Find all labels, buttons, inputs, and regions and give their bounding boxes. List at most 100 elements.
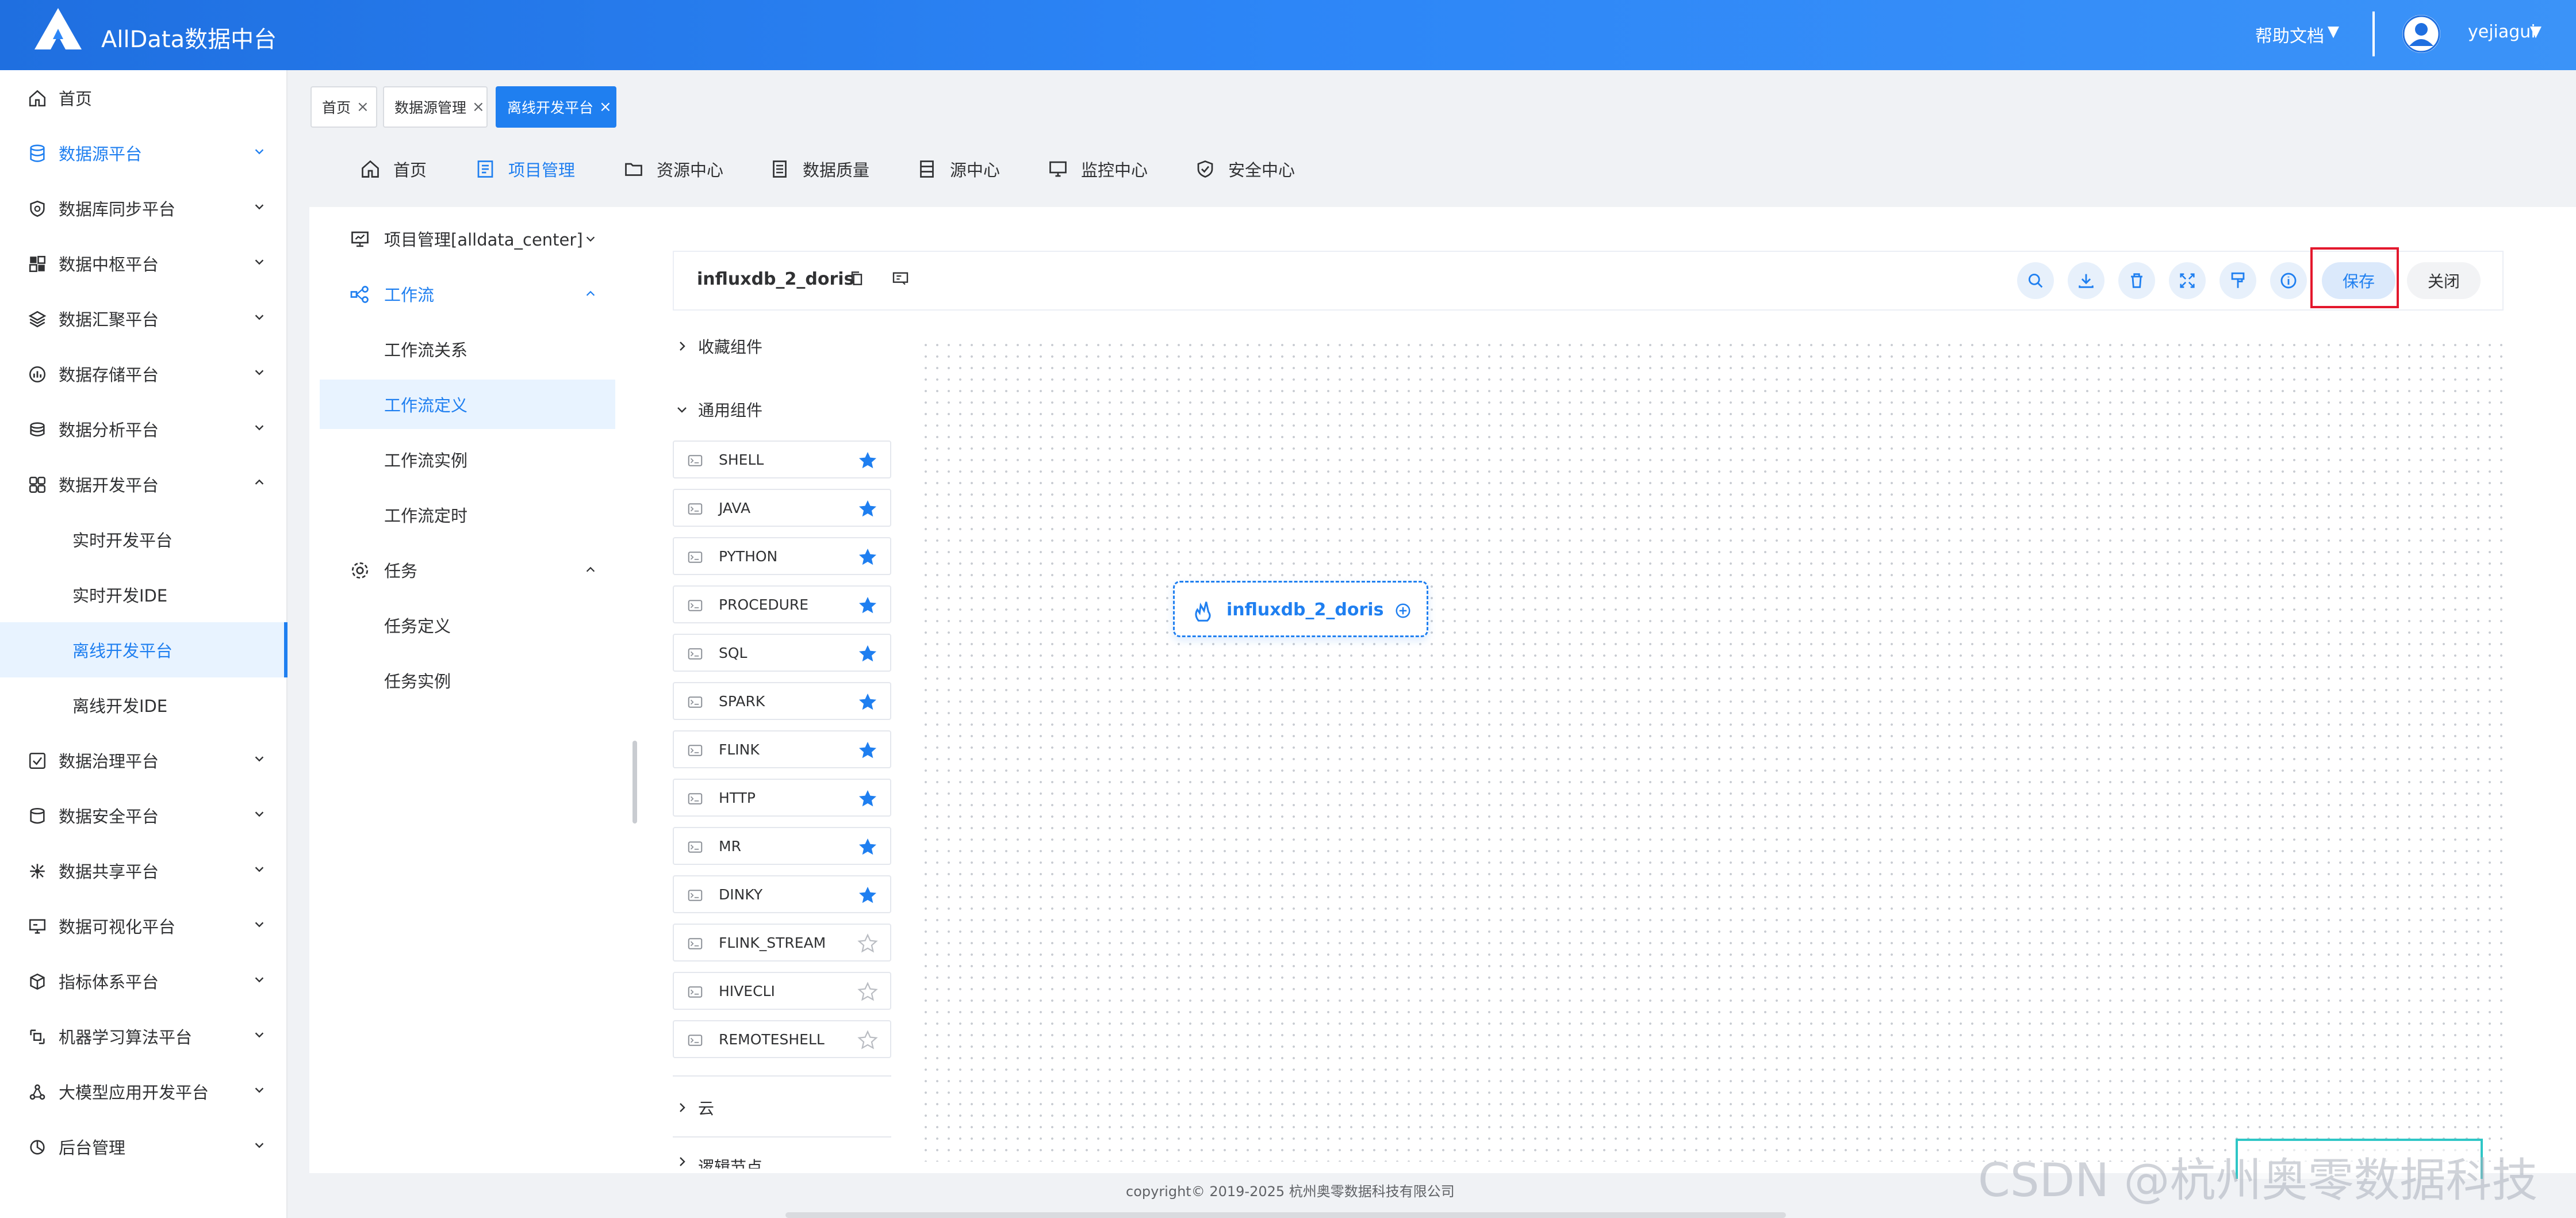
sidebar-item-offline-dev-ide[interactable]: 离线开发IDE [0, 677, 288, 733]
chevron-down-icon[interactable] [253, 311, 266, 323]
tag-close-icon[interactable]: × [599, 98, 612, 116]
sidebar-item-realtime-dev-ide[interactable]: 实时开发IDE [0, 567, 288, 622]
user-avatar[interactable] [2402, 15, 2440, 53]
tree-task-definition[interactable]: 任务定义 [320, 600, 615, 650]
star-filled-icon[interactable] [857, 498, 879, 520]
chevron-down-icon[interactable] [253, 863, 266, 875]
tree-workflow-instance[interactable]: 工作流实例 [320, 435, 615, 484]
sidebar-item-0[interactable]: 首页 [0, 70, 288, 125]
scrollbar-thumb[interactable] [632, 741, 637, 824]
chevron-down-icon[interactable] [253, 1139, 266, 1151]
component-mr[interactable]: MR [673, 827, 891, 865]
component-python[interactable]: PYTHON [673, 537, 891, 575]
copy-icon[interactable] [848, 269, 866, 288]
component-remoteshell[interactable]: REMOTESHELL [673, 1020, 891, 1058]
sidebar-item-9[interactable]: 数据安全平台 [0, 788, 288, 843]
sidebar-item-12[interactable]: 指标体系平台 [0, 953, 288, 1009]
tree-project-management[interactable]: 项目管理[alldata_center] [320, 214, 615, 263]
variables-icon[interactable] [891, 269, 910, 288]
download-button[interactable] [2068, 262, 2104, 299]
tree-task[interactable]: 任务 [320, 545, 615, 595]
star-filled-icon[interactable] [857, 836, 879, 858]
help-docs-caret-icon[interactable]: ▼ [2328, 23, 2339, 40]
chevron-up-icon[interactable] [253, 476, 266, 489]
tag-offline-dev-platform[interactable]: 离线开发平台 × [496, 86, 616, 128]
chevron-down-icon[interactable] [253, 200, 266, 213]
workflow-node[interactable]: influxdb_2_doris [1173, 581, 1428, 637]
fullscreen-button[interactable] [2169, 262, 2206, 299]
help-docs-link[interactable]: 帮助文档 [2255, 22, 2324, 47]
search-button[interactable] [2017, 262, 2054, 299]
component-dinky[interactable]: DINKY [673, 875, 891, 913]
tag-home[interactable]: 首页 × [310, 86, 377, 128]
sidebar-item-14[interactable]: 大模型应用开发平台 [0, 1064, 288, 1119]
bottom-scrollbar[interactable] [785, 1212, 1786, 1218]
tree-workflow-relation[interactable]: 工作流关系 [320, 324, 615, 374]
tag-datasource-management[interactable]: 数据源管理 × [383, 86, 488, 128]
group-cloud[interactable]: 云 [675, 1094, 714, 1121]
tag-close-icon[interactable]: × [356, 98, 369, 116]
node-output-port-icon[interactable] [1394, 602, 1412, 619]
component-shell[interactable]: SHELL [673, 441, 891, 478]
chevron-down-icon[interactable] [584, 232, 597, 245]
group-logic[interactable]: 逻辑节点 [675, 1155, 762, 1169]
sidebar-item-11[interactable]: 数据可视化平台 [0, 898, 288, 953]
chevron-down-icon[interactable] [253, 752, 266, 765]
star-outline-icon[interactable] [857, 981, 879, 1003]
chevron-down-icon[interactable] [253, 807, 266, 820]
chevron-down-icon[interactable] [253, 973, 266, 986]
group-common[interactable]: 通用组件 [675, 396, 762, 423]
sidebar-item-10[interactable]: 数据共享平台 [0, 843, 288, 898]
tree-workflow[interactable]: 工作流 [320, 269, 615, 319]
component-java[interactable]: JAVA [673, 489, 891, 527]
topnav-resource-center[interactable]: 资源中心 [623, 154, 723, 184]
sidebar-item-4[interactable]: 数据汇聚平台 [0, 291, 288, 346]
component-spark[interactable]: SPARK [673, 682, 891, 720]
sidebar-item-realtime-dev-platform[interactable]: 实时开发平台 [0, 512, 288, 567]
sidebar-item-15[interactable]: 后台管理 [0, 1119, 288, 1174]
format-button[interactable] [2220, 262, 2256, 299]
star-filled-icon[interactable] [857, 884, 879, 906]
star-outline-icon[interactable] [857, 933, 879, 955]
sidebar-item-3[interactable]: 数据中枢平台 [0, 236, 288, 291]
topnav-monitor-center[interactable]: 监控中心 [1048, 154, 1148, 184]
star-filled-icon[interactable] [857, 450, 879, 472]
chevron-up-icon[interactable] [584, 288, 597, 300]
chevron-down-icon[interactable] [253, 145, 266, 158]
component-http[interactable]: HTTP [673, 779, 891, 817]
delete-button[interactable] [2118, 262, 2155, 299]
chevron-down-icon[interactable] [253, 255, 266, 268]
tree-task-instance[interactable]: 任务实例 [320, 656, 615, 705]
tree-workflow-schedule[interactable]: 工作流定时 [320, 490, 615, 539]
user-menu-caret-icon[interactable]: ▼ [2530, 23, 2542, 40]
topnav-data-quality[interactable]: 数据质量 [769, 154, 869, 184]
chevron-down-icon[interactable] [253, 918, 266, 930]
star-filled-icon[interactable] [857, 740, 879, 761]
star-outline-icon[interactable] [857, 1029, 879, 1051]
component-sql[interactable]: SQL [673, 634, 891, 672]
star-filled-icon[interactable] [857, 546, 879, 568]
sidebar-item-offline-dev-platform[interactable]: 离线开发平台 [0, 622, 288, 677]
username[interactable]: yejiagui [2468, 22, 2536, 42]
close-button[interactable]: 关闭 [2407, 262, 2481, 299]
chevron-down-icon[interactable] [253, 1083, 266, 1096]
star-filled-icon[interactable] [857, 788, 879, 810]
tag-close-icon[interactable]: × [472, 98, 485, 116]
topnav-home[interactable]: 首页 [360, 154, 427, 184]
alldata-logo-icon[interactable] [32, 6, 84, 52]
topnav-security-center[interactable]: 安全中心 [1195, 154, 1295, 184]
component-flink-stream[interactable]: FLINK_STREAM [673, 924, 891, 962]
star-filled-icon[interactable] [857, 643, 879, 665]
topnav-source-center[interactable]: 源中心 [917, 154, 1000, 184]
component-procedure[interactable]: PROCEDURE [673, 585, 891, 623]
chevron-up-icon[interactable] [584, 564, 597, 576]
sidebar-item-7[interactable]: 数据开发平台 [0, 457, 288, 512]
topnav-project-management[interactable]: 项目管理 [475, 154, 575, 184]
workflow-canvas[interactable] [920, 339, 2504, 1162]
info-button[interactable] [2270, 262, 2307, 299]
sidebar-item-2[interactable]: 数据库同步平台 [0, 181, 288, 236]
star-filled-icon[interactable] [857, 691, 879, 713]
component-hivecli[interactable]: HIVECLI [673, 972, 891, 1010]
sidebar-item-5[interactable]: 数据存储平台 [0, 346, 288, 401]
star-filled-icon[interactable] [857, 595, 879, 616]
